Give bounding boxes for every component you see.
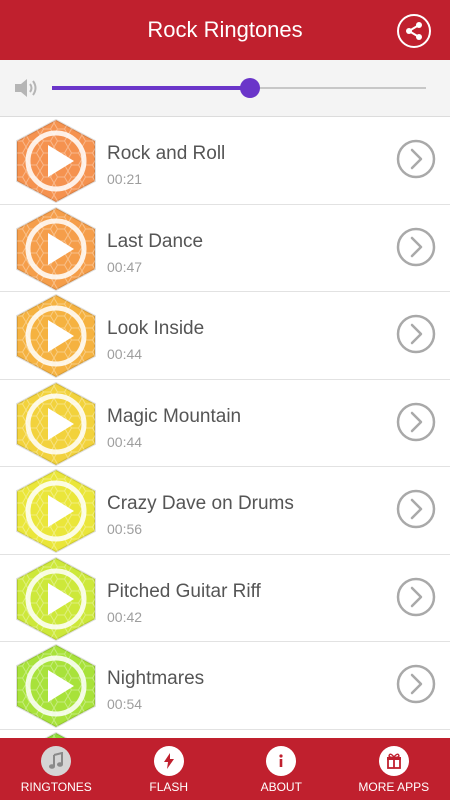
chevron-right-icon[interactable] bbox=[396, 227, 436, 267]
ringtone-duration: 00:56 bbox=[107, 521, 143, 537]
bottom-nav: RINGTONES FLASH ABOUT MORE APPS bbox=[0, 738, 450, 800]
tab-ringtones-label: RINGTONES bbox=[20, 780, 92, 794]
play-icon[interactable] bbox=[12, 205, 100, 293]
ringtone-list: Rock and Roll 00:21 Last Dance 00:47 Look In… bbox=[0, 117, 450, 738]
chevron-right-icon[interactable] bbox=[396, 664, 436, 704]
play-icon[interactable] bbox=[12, 380, 100, 468]
chevron-right-icon[interactable] bbox=[396, 577, 436, 617]
ringtone-name: Pitched Guitar Riff bbox=[107, 580, 261, 602]
ringtone-name: Crazy Dave on Drums bbox=[107, 493, 294, 514]
tab-about[interactable]: ABOUT bbox=[225, 738, 338, 800]
ringtone-name: Look Inside bbox=[107, 318, 205, 339]
play-icon[interactable] bbox=[12, 467, 100, 555]
ringtone-row[interactable]: Look Inside 00:44 bbox=[0, 292, 450, 380]
chevron-right-icon[interactable] bbox=[396, 402, 436, 442]
ringtone-row[interactable]: Rock and Roll 00:21 bbox=[0, 117, 450, 205]
tab-more-apps[interactable]: MORE APPS bbox=[338, 738, 450, 800]
lightning-icon bbox=[153, 746, 184, 776]
volume-slider-fill bbox=[52, 86, 251, 90]
ringtone-row[interactable]: Last Dance 00:47 bbox=[0, 205, 450, 293]
app-title: Rock Ringtones bbox=[147, 17, 303, 42]
share-icon[interactable] bbox=[397, 14, 431, 48]
speaker-icon bbox=[13, 76, 39, 105]
ringtone-duration: 00:54 bbox=[107, 696, 143, 712]
tab-more-apps-label: MORE APPS bbox=[358, 780, 430, 794]
play-icon[interactable] bbox=[12, 642, 100, 730]
ringtone-row[interactable]: Pitched Guitar Riff 00:42 bbox=[0, 555, 450, 643]
volume-slider[interactable] bbox=[52, 78, 426, 98]
ringtone-row[interactable] bbox=[0, 730, 450, 738]
ringtone-name: Last Dance bbox=[107, 230, 204, 252]
gift-icon bbox=[378, 746, 409, 776]
ringtone-name: Rock and Roll bbox=[107, 143, 226, 164]
play-icon[interactable] bbox=[12, 730, 100, 738]
ringtone-duration: 00:47 bbox=[107, 258, 143, 275]
music-note-icon bbox=[41, 746, 72, 776]
ringtone-duration: 00:44 bbox=[107, 346, 143, 362]
ringtone-duration: 00:42 bbox=[107, 608, 143, 625]
chevron-right-icon[interactable] bbox=[396, 314, 436, 354]
ringtone-name: Magic Mountain bbox=[107, 405, 242, 427]
chevron-right-icon[interactable] bbox=[396, 489, 436, 529]
ringtone-duration: 00:44 bbox=[107, 433, 143, 450]
volume-bar bbox=[0, 60, 450, 117]
app-root: Rock Ringtones Rock and Roll 00:21 Last Da… bbox=[0, 0, 450, 800]
tab-flash-label: FLASH bbox=[149, 780, 189, 794]
app-header: Rock Ringtones bbox=[0, 0, 450, 60]
volume-slider-thumb[interactable] bbox=[240, 78, 261, 98]
play-icon[interactable] bbox=[12, 292, 100, 380]
tab-about-label: ABOUT bbox=[260, 780, 302, 794]
ringtone-duration: 00:21 bbox=[107, 171, 143, 187]
ringtone-row[interactable]: Crazy Dave on Drums 00:56 bbox=[0, 467, 450, 555]
info-icon bbox=[266, 746, 297, 776]
ringtone-row[interactable]: Magic Mountain 00:44 bbox=[0, 380, 450, 468]
ringtone-name: Nightmares bbox=[107, 668, 205, 689]
chevron-right-icon[interactable] bbox=[396, 139, 436, 179]
play-icon[interactable] bbox=[12, 555, 100, 643]
ringtone-row[interactable]: Nightmares 00:54 bbox=[0, 642, 450, 730]
play-icon[interactable] bbox=[12, 117, 100, 205]
tab-ringtones[interactable]: RINGTONES bbox=[0, 738, 113, 800]
tab-flash[interactable]: FLASH bbox=[113, 738, 226, 800]
